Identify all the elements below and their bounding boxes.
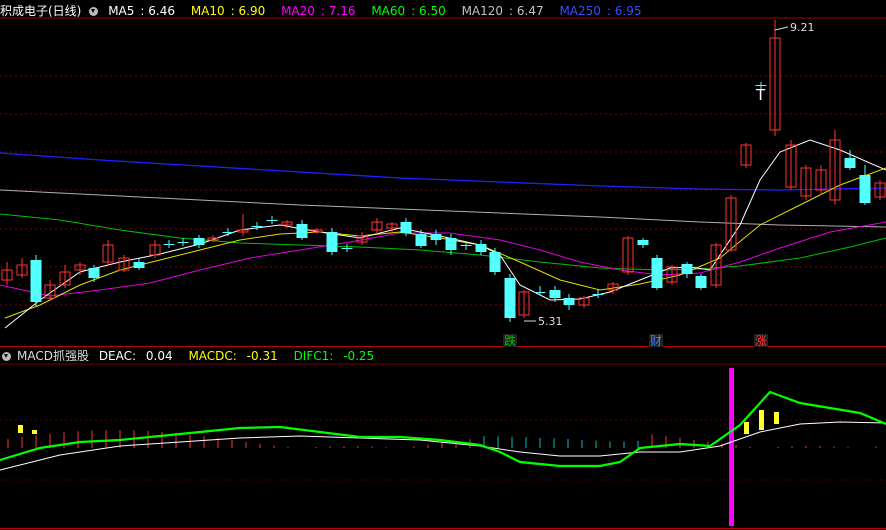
ma60-label: MA60: 6.50 <box>371 4 446 18</box>
deac-line <box>0 421 886 471</box>
candle-body <box>637 240 649 245</box>
event-marker-0: 跌 <box>504 333 516 348</box>
candle-body <box>222 232 234 233</box>
candle-body <box>163 244 175 245</box>
candle-body <box>133 262 145 268</box>
ma250-line <box>0 152 886 191</box>
dropdown-arrow-icon[interactable] <box>2 352 11 361</box>
candle-body <box>489 252 501 272</box>
t-mark: T <box>755 86 766 104</box>
candle-body <box>415 234 427 246</box>
high-marker-line <box>774 26 789 31</box>
macdc-label: MACDC: -0.31 <box>188 349 278 363</box>
difc1-line <box>0 390 886 468</box>
candle-body <box>651 258 663 288</box>
candle-body <box>681 264 693 274</box>
sub-chart-header: MACD抓强股 DEAC: 0.04 MACDC: -0.31 DIFC1: -… <box>0 347 386 365</box>
candle-body <box>341 248 353 249</box>
candle-body <box>475 244 487 252</box>
ma10-label: MA10: 6.90 <box>190 4 266 18</box>
ma120-label: MA120: 6.47 <box>461 4 544 18</box>
candle-body <box>400 222 412 233</box>
candle-body <box>592 294 604 295</box>
candle-body <box>251 226 263 227</box>
candle-body <box>460 245 472 246</box>
candle-body <box>177 242 189 243</box>
ma5-line <box>4 139 886 329</box>
low-price-label: 5.31 <box>538 315 563 328</box>
candle-body <box>563 298 575 305</box>
macdc-bar <box>18 425 23 433</box>
event-marker-2: 涨 <box>755 333 767 348</box>
ma250-label: MA250: 6.95 <box>559 4 642 18</box>
macdc-bar <box>32 430 37 434</box>
candle-body <box>695 276 707 288</box>
candle-body <box>266 220 278 221</box>
ma20-label: MA20: 7.16 <box>281 4 356 18</box>
deac-label: DEAC: 0.04 <box>98 349 173 363</box>
ma5-label: MA5: 6.46 <box>108 4 175 18</box>
event-marker-1: 财 <box>650 334 662 348</box>
candle-body <box>549 290 561 298</box>
macdc-bar <box>744 422 749 434</box>
candle-body <box>193 238 205 245</box>
macdc-bar <box>759 410 764 430</box>
candle-body <box>445 238 457 250</box>
indicator-name: MACD抓强股 <box>17 349 89 363</box>
ma60-line <box>0 213 886 271</box>
main-chart-header: 积成电子(日线) MA5: 6.46 MA10: 6.90 MA20: 7.16… <box>0 2 653 20</box>
candle-body <box>859 175 871 203</box>
candle-body <box>30 260 42 302</box>
candle-body <box>326 232 338 252</box>
dropdown-arrow-icon[interactable] <box>89 7 99 16</box>
candle-body <box>534 292 546 293</box>
candle-body <box>504 278 516 318</box>
stock-name: 积成电子(日线) <box>0 4 82 18</box>
candle-body <box>88 268 100 278</box>
high-price-label: 9.21 <box>790 21 815 34</box>
difc1-label: DIFC1: -0.25 <box>293 349 375 363</box>
candle-body <box>844 158 856 168</box>
candle-body <box>296 224 308 238</box>
kline-chart[interactable]: 9.21 5.31 T 跌 财 涨 <box>0 0 886 530</box>
highlight-bar <box>729 368 734 526</box>
candle-body <box>430 234 442 240</box>
macdc-bar <box>774 412 779 424</box>
